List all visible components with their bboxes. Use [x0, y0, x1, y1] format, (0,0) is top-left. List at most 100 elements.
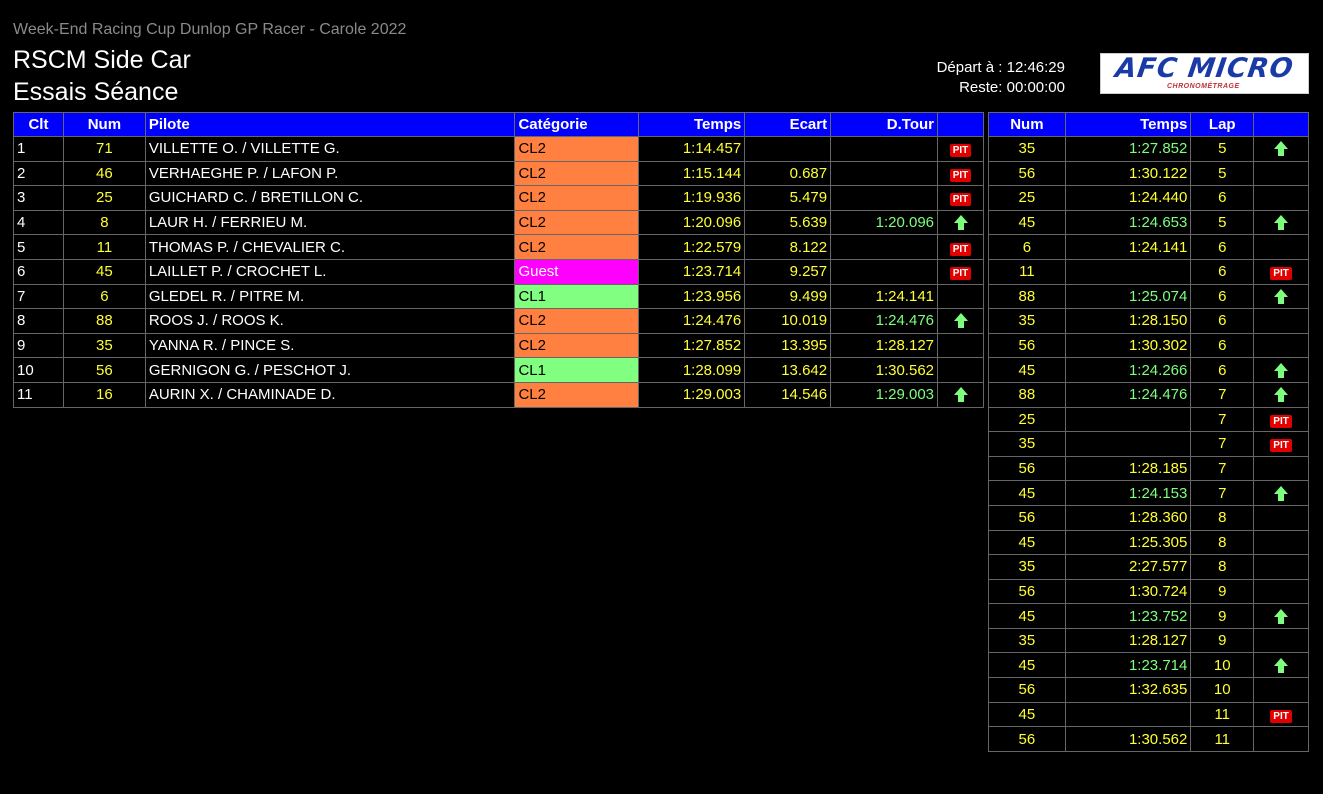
- lap-row[interactable]: 45 11 PIT: [988, 701, 1309, 728]
- standings-row[interactable]: 2 46 VERHAEGHE P. / LAFON P. CL2 1:15.144 0.6…: [13, 160, 984, 187]
- cell-lap-temps: 1:24.266: [1064, 357, 1192, 383]
- session-title: Essais Séance: [13, 78, 179, 106]
- lap-row[interactable]: 56 1:28.360 8: [988, 504, 1309, 531]
- pit-badge: PIT: [1270, 414, 1292, 428]
- cell-lap-lap: 6: [1190, 283, 1255, 310]
- lap-row[interactable]: 35 7 PIT: [988, 431, 1309, 457]
- lap-row[interactable]: 35 1:27.852 5: [988, 136, 1309, 162]
- standings-row[interactable]: 9 35 YANNA R. / PINCE S. CL2 1:27.852 13.395 1…: [13, 332, 984, 359]
- lap-row[interactable]: 35 2:27.577 8: [988, 554, 1309, 580]
- lap-row[interactable]: 88 1:24.476 7: [988, 381, 1309, 408]
- col-lap-num[interactable]: Num: [988, 112, 1066, 137]
- lap-row[interactable]: 56 1:30.562 11: [988, 726, 1309, 752]
- cell-flag: [937, 381, 984, 408]
- cell-lap-temps: 1:30.122: [1064, 160, 1192, 187]
- cell-pilote: LAILLET P. / CROCHET L.: [144, 258, 516, 285]
- col-dtour[interactable]: D.Tour: [830, 112, 938, 137]
- lap-row[interactable]: 45 1:25.305 8: [988, 529, 1309, 556]
- cell-lap-lap: 5: [1190, 136, 1255, 162]
- cell-lap-temps: 1:24.440: [1064, 185, 1192, 211]
- cell-clt: 7: [13, 283, 64, 310]
- cell-temps: 1:24.476: [638, 308, 746, 334]
- cell-categorie: CL1: [514, 357, 640, 383]
- standings-row[interactable]: 8 88 ROOS J. / ROOS K. CL2 1:24.476 10.019 1:2…: [13, 308, 984, 334]
- pit-badge: PIT: [949, 144, 972, 158]
- cell-lap-flag: [1253, 480, 1309, 506]
- lap-row[interactable]: 45 1:24.153 7: [988, 480, 1309, 506]
- cell-lap-lap: 8: [1190, 504, 1255, 531]
- col-clt[interactable]: Clt: [13, 112, 64, 137]
- cell-categorie: CL1: [514, 283, 640, 310]
- col-lap-lap[interactable]: Lap: [1190, 112, 1255, 137]
- standings-row[interactable]: 1 71 VILLETTE O. / VILLETTE G. CL2 1:14.457 P…: [13, 136, 984, 162]
- cell-lap-num: 45: [988, 209, 1066, 236]
- lap-row[interactable]: 35 1:28.150 6: [988, 308, 1309, 334]
- cell-dtour: [830, 136, 938, 162]
- cell-lap-lap: 6: [1190, 258, 1255, 285]
- col-temps[interactable]: Temps: [638, 112, 746, 137]
- standings-row[interactable]: 10 56 GERNIGON G. / PESCHOT J. CL1 1:28.099 1…: [13, 357, 984, 383]
- cell-lap-num: 56: [988, 504, 1066, 531]
- cell-categorie: CL2: [514, 332, 640, 359]
- cell-lap-temps: 1:28.127: [1064, 627, 1192, 654]
- col-num[interactable]: Num: [62, 112, 146, 137]
- cell-lap-flag: [1253, 627, 1309, 654]
- lap-row[interactable]: 45 1:24.266 6: [988, 357, 1309, 383]
- cell-flag: PIT: [937, 160, 984, 187]
- lap-row[interactable]: 11 6 PIT: [988, 258, 1309, 285]
- improvement-arrow-up-icon: [1274, 362, 1289, 379]
- cell-lap-num: 25: [988, 185, 1066, 211]
- cell-temps: 1:29.003: [638, 381, 746, 408]
- lap-row[interactable]: 45 1:23.714 10: [988, 652, 1309, 679]
- cell-lap-temps: [1064, 431, 1192, 457]
- cell-lap-temps: 1:28.185: [1064, 455, 1192, 482]
- cell-lap-num: 88: [988, 381, 1066, 408]
- cell-lap-lap: 5: [1190, 209, 1255, 236]
- cell-lap-lap: 5: [1190, 160, 1255, 187]
- cell-lap-num: 35: [988, 627, 1066, 654]
- cell-lap-num: 56: [988, 332, 1066, 359]
- col-categorie[interactable]: Catégorie: [514, 112, 640, 137]
- lap-row[interactable]: 56 1:32.635 10: [988, 677, 1309, 703]
- col-pilote[interactable]: Pilote: [144, 112, 516, 137]
- cell-pilote: YANNA R. / PINCE S.: [144, 332, 516, 359]
- lap-row[interactable]: 25 1:24.440 6: [988, 185, 1309, 211]
- standings-row[interactable]: 5 11 THOMAS P. / CHEVALIER C. CL2 1:22.579 8.…: [13, 234, 984, 260]
- cell-dtour: [830, 258, 938, 285]
- standings-row[interactable]: 11 16 AURIN X. / CHAMINADE D. CL2 1:29.003 14…: [13, 381, 984, 408]
- cell-ecart: 9.257: [744, 258, 832, 285]
- cell-lap-num: 11: [988, 258, 1066, 285]
- cell-lap-lap: 10: [1190, 652, 1255, 679]
- lap-row[interactable]: 6 1:24.141 6: [988, 234, 1309, 260]
- lap-row[interactable]: 56 1:30.302 6: [988, 332, 1309, 359]
- cell-lap-temps: 1:23.714: [1064, 652, 1192, 679]
- cell-lap-flag: [1253, 529, 1309, 556]
- lap-row[interactable]: 56 1:30.724 9: [988, 578, 1309, 605]
- cell-categorie: Guest: [514, 258, 640, 285]
- lap-row[interactable]: 25 7 PIT: [988, 406, 1309, 433]
- lap-row[interactable]: 45 1:23.752 9: [988, 603, 1309, 629]
- standings-row[interactable]: 4 8 LAUR H. / FERRIEU M. CL2 1:20.096 5.639 1:…: [13, 209, 984, 236]
- cell-categorie: CL2: [514, 185, 640, 211]
- lap-row[interactable]: 56 1:30.122 5: [988, 160, 1309, 187]
- cell-lap-flag: [1253, 332, 1309, 359]
- standings-row[interactable]: 3 25 GUICHARD C. / BRETILLON C. CL2 1:19.936…: [13, 185, 984, 211]
- lap-row[interactable]: 45 1:24.653 5: [988, 209, 1309, 236]
- improvement-arrow-up-icon: [1274, 608, 1289, 625]
- lap-row[interactable]: 35 1:28.127 9: [988, 627, 1309, 654]
- cell-num: 11: [62, 234, 146, 260]
- standings-row[interactable]: 7 6 GLEDEL R. / PITRE M. CL1 1:23.956 9.499 1:…: [13, 283, 984, 310]
- lap-row[interactable]: 88 1:25.074 6: [988, 283, 1309, 310]
- col-lap-temps[interactable]: Temps: [1064, 112, 1192, 137]
- cell-clt: 9: [13, 332, 64, 359]
- remaining-time: Reste: 00:00:00: [959, 79, 1065, 96]
- cell-flag: [937, 308, 984, 334]
- lap-row[interactable]: 56 1:28.185 7: [988, 455, 1309, 482]
- cell-num: 16: [62, 381, 146, 408]
- cell-lap-flag: [1253, 381, 1309, 408]
- standings-row[interactable]: 6 45 LAILLET P. / CROCHET L. Guest 1:23.714 9…: [13, 258, 984, 285]
- cell-lap-lap: 11: [1190, 701, 1255, 728]
- improvement-arrow-up-icon: [1274, 215, 1289, 231]
- logo-subtext: CHRONOMÉTRAGE: [1167, 83, 1240, 90]
- col-ecart[interactable]: Ecart: [744, 112, 832, 137]
